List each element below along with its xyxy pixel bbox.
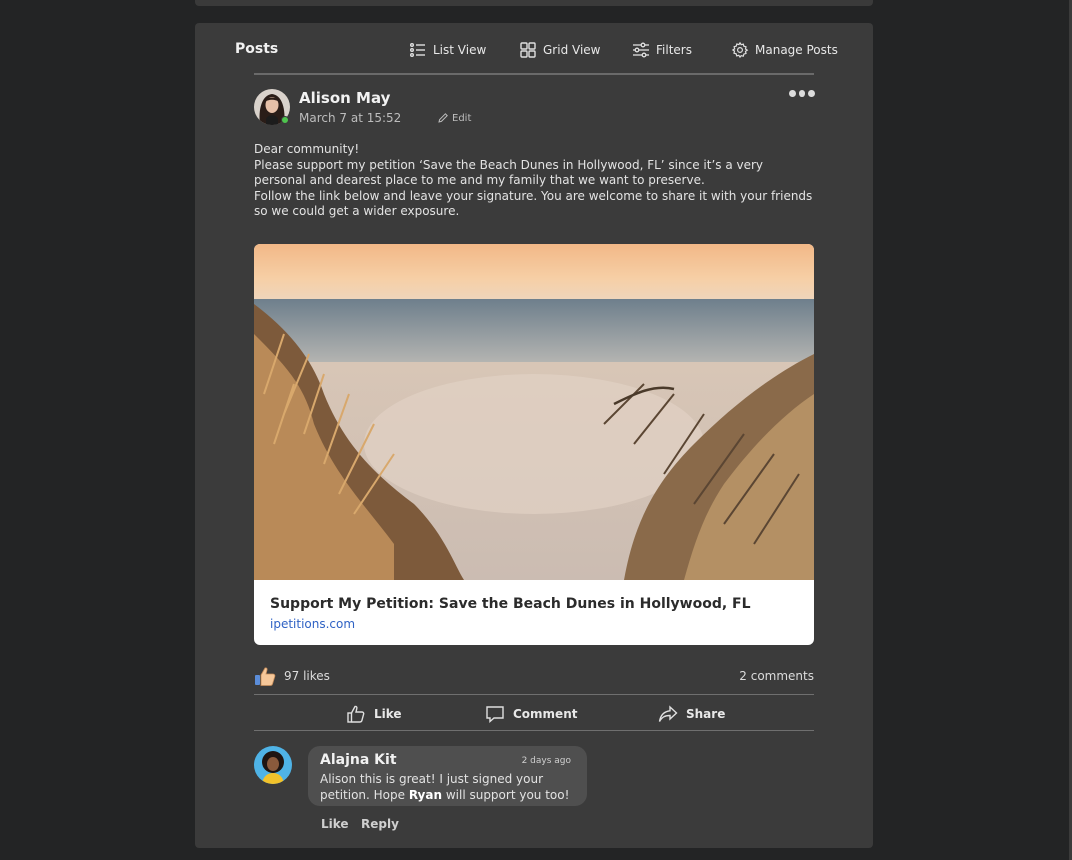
likes-count: 97 likes: [284, 669, 330, 683]
filters-button[interactable]: Filters: [632, 40, 692, 60]
post-body-line: Follow the link below and leave your sig…: [254, 188, 813, 219]
more-options-button[interactable]: [789, 87, 816, 99]
list-view-label: List View: [433, 43, 487, 57]
link-title[interactable]: Support My Petition: Save the Beach Dune…: [270, 596, 751, 612]
likes-summary[interactable]: 97 likes: [254, 665, 330, 687]
comment-reply-button[interactable]: Reply: [361, 817, 399, 831]
grid-view-button[interactable]: Grid View: [519, 40, 600, 60]
post-date[interactable]: March 7 at 15:52: [299, 111, 401, 125]
comment-icon: [486, 706, 504, 724]
gear-icon: [731, 41, 749, 59]
comment-time: 2 days ago: [521, 756, 571, 766]
manage-posts-label: Manage Posts: [755, 43, 838, 57]
link-domain[interactable]: ipetitions.com: [270, 617, 355, 631]
link-preview-card[interactable]: Support My Petition: Save the Beach Dune…: [254, 244, 814, 645]
actions-bottom-divider: [254, 730, 814, 731]
comment-mention[interactable]: Ryan: [409, 788, 442, 802]
posts-toolbar: Posts List View Grid View Filters Manage…: [195, 23, 873, 75]
post-card: Posts List View Grid View Filters Manage…: [195, 23, 873, 848]
comment-text: Alison this is great! I just signed your…: [320, 772, 580, 803]
post-body: Dear community! Please support my petiti…: [254, 142, 814, 220]
grid-icon: [520, 42, 536, 58]
list-view-button[interactable]: List View: [409, 40, 486, 60]
comment-text-end: will support you too!: [442, 787, 570, 802]
thumbs-up-icon: [347, 705, 365, 723]
posts-title: Posts: [235, 41, 279, 57]
like-label: Like: [374, 707, 402, 721]
actions-top-divider: [254, 694, 814, 695]
pencil-icon: [438, 113, 448, 123]
comments-count[interactable]: 2 comments: [739, 669, 814, 683]
more-dots-icon: [789, 89, 796, 97]
edit-label: Edit: [452, 112, 472, 124]
share-icon: [658, 705, 678, 722]
grid-view-label: Grid View: [543, 43, 601, 57]
thumbs-up-reaction-icon: [255, 667, 276, 686]
comment-label: Comment: [513, 707, 578, 721]
previous-post-card: [195, 0, 873, 6]
edit-post-button[interactable]: Edit: [437, 112, 471, 124]
filters-label: Filters: [656, 43, 692, 57]
manage-posts-button[interactable]: Manage Posts: [731, 40, 838, 60]
beach-dunes-image: [254, 244, 814, 580]
comment-like-button[interactable]: Like: [321, 817, 349, 831]
share-label: Share: [686, 707, 726, 721]
post-author-name[interactable]: Alison May: [299, 89, 390, 107]
post-body-line: Dear community!: [254, 142, 360, 156]
toolbar-divider: [254, 73, 814, 75]
post-body-line: Please support my petition ‘Save the Bea…: [254, 157, 764, 188]
comment-button[interactable]: Comment: [485, 703, 577, 725]
sliders-icon: [633, 42, 649, 58]
list-icon: [410, 43, 425, 57]
comment-bubble: Alajna Kit 2 days ago Alison this is gre…: [308, 746, 587, 806]
online-status-dot: [281, 116, 289, 124]
commenter-avatar[interactable]: [254, 746, 292, 784]
commenter-name[interactable]: Alajna Kit: [320, 752, 397, 768]
share-button[interactable]: Share: [658, 703, 725, 725]
like-button[interactable]: Like: [346, 703, 402, 725]
